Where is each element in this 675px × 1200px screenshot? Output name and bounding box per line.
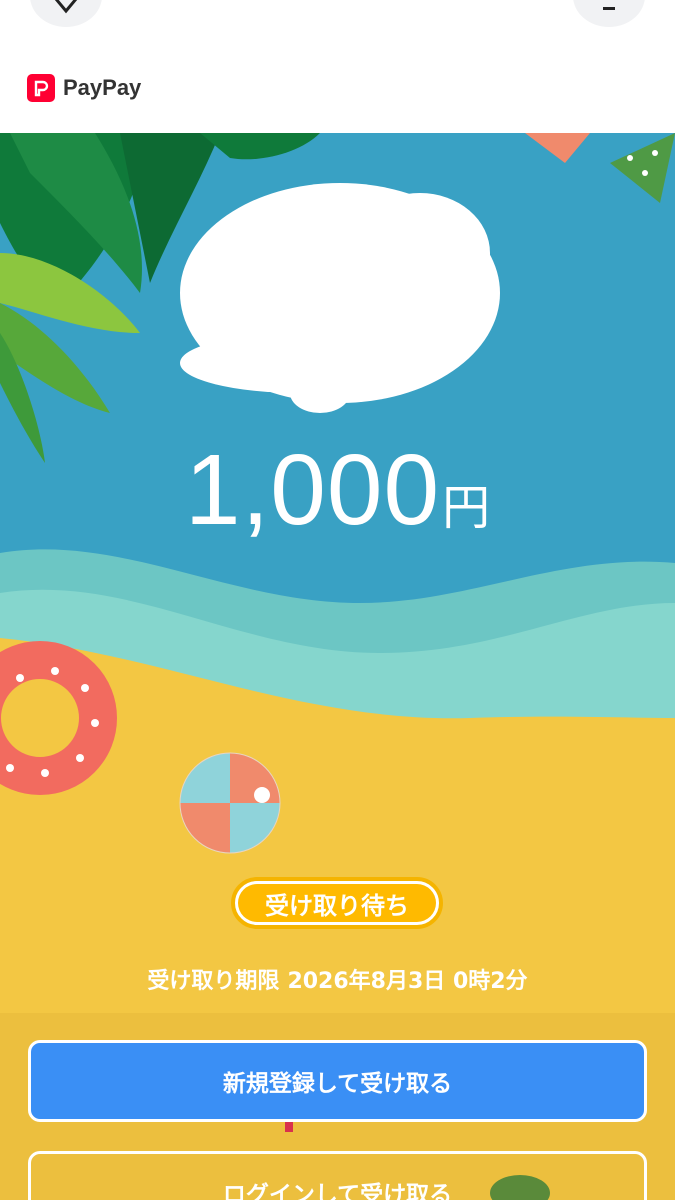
status-label: 受け取り待ち (265, 891, 409, 920)
gift-card: 1,000円 受け取り待ち 受け取り期限 2026年8月3日 0時2分 新規登録し… (0, 133, 675, 1200)
brand-name: PayPay (63, 75, 142, 100)
menu-icon (603, 7, 615, 10)
menu-button[interactable] (573, 0, 645, 27)
status-badge: 受け取り待ち (231, 877, 443, 929)
login-and-receive-button[interactable]: ログインして受け取る (28, 1151, 647, 1200)
close-icon (54, 0, 78, 14)
amount-unit: 円 (442, 480, 491, 536)
deadline-text: 受け取り期限 2026年8月3日 0時2分 (0, 963, 675, 995)
brand-header: PayPay (27, 74, 141, 102)
paypay-logo-icon (27, 74, 55, 102)
beach-ball (179, 752, 281, 854)
deadline-label: 受け取り期限 (147, 969, 280, 994)
register-and-receive-button[interactable]: 新規登録して受け取る (28, 1040, 647, 1122)
close-button[interactable] (30, 0, 102, 27)
gift-amount: 1,000円 (0, 433, 675, 548)
deadline-value: 2026年8月3日 0時2分 (287, 969, 528, 994)
amount-value: 1,000 (184, 434, 441, 546)
